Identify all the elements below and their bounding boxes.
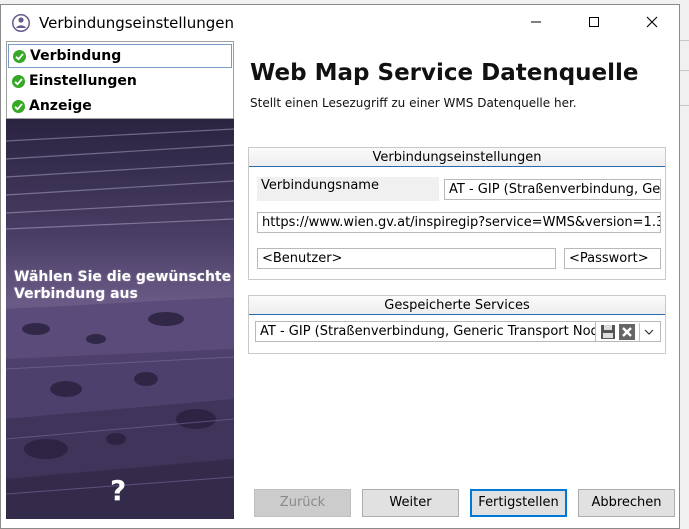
connection-name-label: Verbindungsname xyxy=(257,177,439,201)
help-icon[interactable]: ? xyxy=(110,474,126,507)
saved-services-group: Gespeicherte Services AT - GIP (Straßenv… xyxy=(248,295,666,354)
url-input[interactable]: https://www.wien.gv.at/inspiregip?servic… xyxy=(257,212,661,233)
step-label: Einstellungen xyxy=(29,73,137,89)
cancel-button[interactable]: Abbrechen xyxy=(578,489,675,517)
minimize-button[interactable] xyxy=(513,5,559,39)
saved-services-select[interactable]: AT - GIP (Straßenverbindung, Generic Tra… xyxy=(255,321,597,342)
save-icon[interactable] xyxy=(599,323,617,341)
wizard-side-panel: Verbindung Einstellungen Anzeige Wählen … xyxy=(6,41,234,519)
next-button[interactable]: Weiter xyxy=(362,489,459,517)
finish-button[interactable]: Fertigstellen xyxy=(470,489,567,517)
check-icon xyxy=(12,74,25,88)
back-button[interactable]: Zurück xyxy=(254,489,351,517)
window-title: Verbindungseinstellungen xyxy=(39,14,234,32)
landscape-image: Wählen Sie die gewünschte Verbindung aus… xyxy=(6,119,234,519)
check-icon xyxy=(13,49,26,63)
check-icon xyxy=(12,99,25,113)
step-anzeige[interactable]: Anzeige xyxy=(8,94,232,118)
user-input[interactable]: <Benutzer> xyxy=(257,248,556,269)
maximize-icon xyxy=(589,17,599,27)
saved-services-actions xyxy=(595,321,661,342)
close-button[interactable] xyxy=(629,5,675,39)
delete-icon[interactable] xyxy=(618,323,636,341)
step-label: Verbindung xyxy=(30,48,122,64)
connection-name-input[interactable]: AT - GIP (Straßenverbindung, Gen xyxy=(444,179,661,200)
group-title: Gespeicherte Services xyxy=(249,296,665,315)
password-input[interactable]: <Passwort> xyxy=(564,248,661,269)
background-app-edge xyxy=(680,0,689,529)
maximize-button[interactable] xyxy=(571,5,617,39)
connection-settings-group: Verbindungseinstellungen Verbindungsname… xyxy=(248,147,666,280)
page-title: Web Map Service Datenquelle xyxy=(250,60,639,86)
group-title: Verbindungseinstellungen xyxy=(249,148,665,167)
step-verbindung[interactable]: Verbindung xyxy=(8,44,232,68)
close-icon xyxy=(646,16,658,28)
page-subtitle: Stellt einen Lesezugriff zu einer WMS Da… xyxy=(250,96,577,110)
app-user-icon xyxy=(11,13,31,33)
minimize-icon xyxy=(531,21,541,23)
side-hint-text: Wählen Sie die gewünschte Verbindung aus xyxy=(14,269,232,302)
wizard-steps: Verbindung Einstellungen Anzeige xyxy=(6,41,234,119)
chevron-down-icon[interactable] xyxy=(639,323,660,341)
title-bar: Verbindungseinstellungen xyxy=(1,5,679,39)
step-einstellungen[interactable]: Einstellungen xyxy=(8,69,232,93)
step-label: Anzeige xyxy=(29,98,92,114)
